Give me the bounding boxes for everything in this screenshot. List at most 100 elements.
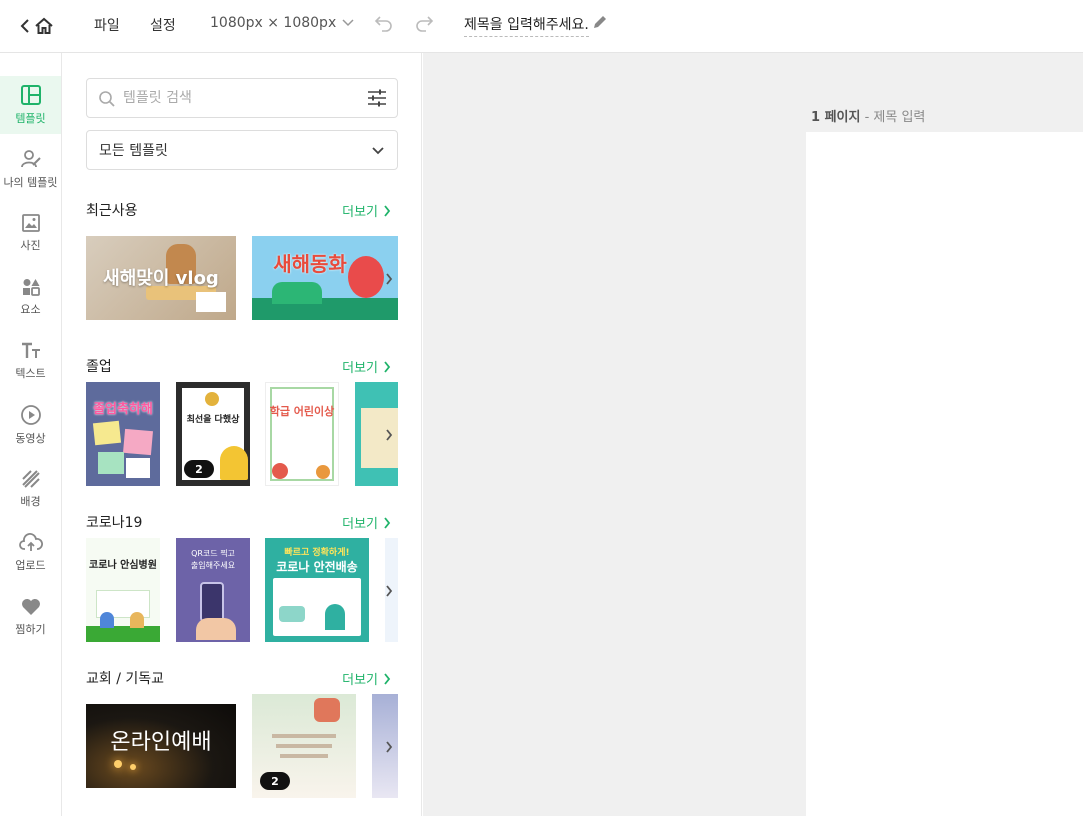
- play-icon: [20, 405, 41, 425]
- rail-item-text[interactable]: 텍스트: [0, 332, 61, 390]
- rail-item-elements[interactable]: 요소: [0, 268, 61, 326]
- thumb-text: QR코드 찍고: [191, 549, 235, 558]
- chevron-down-icon: [372, 147, 384, 155]
- image-icon: [21, 214, 40, 232]
- template-thumb-online-worship[interactable]: 온라인예배: [86, 704, 236, 788]
- thumb-text: 코로나 안심병원: [89, 560, 157, 571]
- more-label: 더보기: [342, 673, 378, 688]
- template-thumb-graduation-1[interactable]: 졸업축하해: [86, 382, 160, 486]
- page-count-badge: 2: [184, 460, 214, 478]
- rail-label: 요소: [20, 303, 41, 316]
- file-menu[interactable]: 파일: [94, 15, 120, 35]
- rail-item-template[interactable]: 템플릿: [0, 76, 61, 134]
- my-template-icon: [20, 150, 41, 168]
- chevron-left-icon: [20, 19, 29, 33]
- chevron-right-icon: [386, 273, 393, 285]
- rail-label: 나의 템플릿: [3, 176, 58, 189]
- scroll-right-button[interactable]: [378, 580, 400, 602]
- thumb-text: 코로나 안전배송: [276, 560, 358, 574]
- section-title-covid19: 코로나19: [86, 515, 143, 531]
- template-thumb-covid-1[interactable]: 코로나 안심병원: [86, 538, 160, 642]
- more-button-graduation[interactable]: 더보기: [342, 357, 391, 376]
- chevron-right-icon: [384, 672, 391, 685]
- rail-label: 사진: [20, 239, 41, 252]
- chevron-right-icon: [384, 204, 391, 217]
- template-thumb-covid-2[interactable]: QR코드 찍고 출입해주세요: [176, 538, 250, 642]
- thumb-text: 새해동화: [273, 252, 347, 276]
- chevron-down-icon: [342, 19, 354, 27]
- template-search-box: [86, 78, 398, 118]
- rail-item-favorites[interactable]: 찜하기: [0, 588, 61, 646]
- document-title-input[interactable]: 제목을 입력해주세요.: [464, 14, 589, 37]
- template-search-input[interactable]: [123, 90, 353, 106]
- layout-icon: [20, 85, 41, 105]
- template-thumb-covid-3[interactable]: 빠르고 정확하게! 코로나 안전배송: [265, 538, 369, 642]
- canvas-size-dropdown[interactable]: 1080px × 1080px: [210, 15, 354, 31]
- rail-label: 동영상: [15, 432, 46, 445]
- pencil-icon[interactable]: [592, 14, 608, 30]
- thumb-text: 최선을 다했상: [186, 415, 240, 425]
- scroll-right-button[interactable]: [378, 736, 400, 758]
- more-button-covid19[interactable]: 더보기: [342, 513, 391, 532]
- back-home-button[interactable]: [20, 14, 60, 38]
- rail-item-background[interactable]: 배경: [0, 460, 61, 518]
- more-label: 더보기: [342, 205, 378, 220]
- search-icon: [99, 91, 115, 107]
- page-count-badge: 2: [260, 772, 290, 790]
- filter-sliders-icon[interactable]: [367, 88, 387, 108]
- template-thumb-graduation-3[interactable]: 학급 어린이상: [265, 382, 339, 486]
- section-title-church: 교회 / 기독교: [86, 671, 165, 687]
- more-button-church[interactable]: 더보기: [342, 669, 391, 688]
- rail-label: 텍스트: [15, 367, 46, 380]
- chevron-right-icon: [386, 585, 393, 597]
- more-label: 더보기: [342, 361, 378, 376]
- template-thumb-graduation-2[interactable]: 최선을 다했상 2: [176, 382, 250, 486]
- redo-button[interactable]: [414, 14, 434, 36]
- text-icon: [21, 342, 40, 358]
- rail-label: 템플릿: [15, 112, 46, 125]
- thumb-text: 졸업축하해: [93, 402, 153, 417]
- rail-label: 찜하기: [15, 623, 46, 636]
- page-label[interactable]: 1 페이지 - 제목 입력: [811, 106, 925, 125]
- template-thumb-vlog[interactable]: 새해맞이 vlog: [86, 236, 236, 320]
- page-number: 1 페이지: [811, 110, 861, 125]
- template-thumb-fairy-tale[interactable]: 새해동화: [252, 236, 398, 320]
- chevron-right-icon: [384, 360, 391, 373]
- chevron-right-icon: [386, 429, 393, 441]
- rail-item-photo[interactable]: 사진: [0, 204, 61, 262]
- shapes-icon: [22, 279, 40, 296]
- scroll-right-button[interactable]: [378, 424, 400, 446]
- home-icon: [35, 17, 53, 34]
- thumb-text: 빠르고 정확하게!: [284, 548, 350, 558]
- top-bar: 파일 설정 1080px × 1080px 제목을 입력해주세요.: [0, 0, 1083, 53]
- scroll-right-button[interactable]: [378, 268, 400, 290]
- canvas-workspace: 1 페이지 - 제목 입력: [423, 53, 1083, 816]
- canvas-size-label: 1080px × 1080px: [210, 15, 337, 31]
- select-value: 모든 템플릿: [99, 143, 168, 159]
- template-panel: 모든 템플릿 최근사용 더보기 새해맞이 vlog 새해동화 졸업 더보기 졸업…: [62, 53, 422, 816]
- page-title-placeholder[interactable]: - 제목 입력: [860, 110, 926, 125]
- rail-item-upload[interactable]: 업로드: [0, 524, 61, 582]
- undo-icon: [374, 16, 392, 32]
- more-button-recent[interactable]: 더보기: [342, 201, 391, 220]
- thumb-text: 학급 어린이상: [269, 405, 335, 418]
- chevron-right-icon: [384, 516, 391, 529]
- thumb-text: 온라인예배: [110, 730, 212, 755]
- undo-button[interactable]: [374, 14, 394, 36]
- section-title-recent: 최근사용: [86, 203, 138, 219]
- template-thumb-church-2[interactable]: 2: [252, 694, 356, 798]
- thumb-text: 출입해주세요: [190, 561, 236, 570]
- upload-cloud-icon: [18, 533, 43, 551]
- chevron-right-icon: [386, 741, 393, 753]
- more-label: 더보기: [342, 517, 378, 532]
- settings-menu[interactable]: 설정: [150, 15, 176, 35]
- template-category-select[interactable]: 모든 템플릿: [86, 130, 398, 170]
- design-canvas[interactable]: [806, 132, 1083, 816]
- rail-item-video[interactable]: 동영상: [0, 396, 61, 454]
- rail-label: 배경: [20, 495, 41, 508]
- rail-label: 업로드: [15, 559, 46, 572]
- rail-item-my-template[interactable]: 나의 템플릿: [0, 140, 61, 198]
- section-title-graduation: 졸업: [86, 359, 112, 375]
- thumb-text: 새해맞이 vlog: [103, 268, 219, 289]
- background-icon: [21, 470, 40, 488]
